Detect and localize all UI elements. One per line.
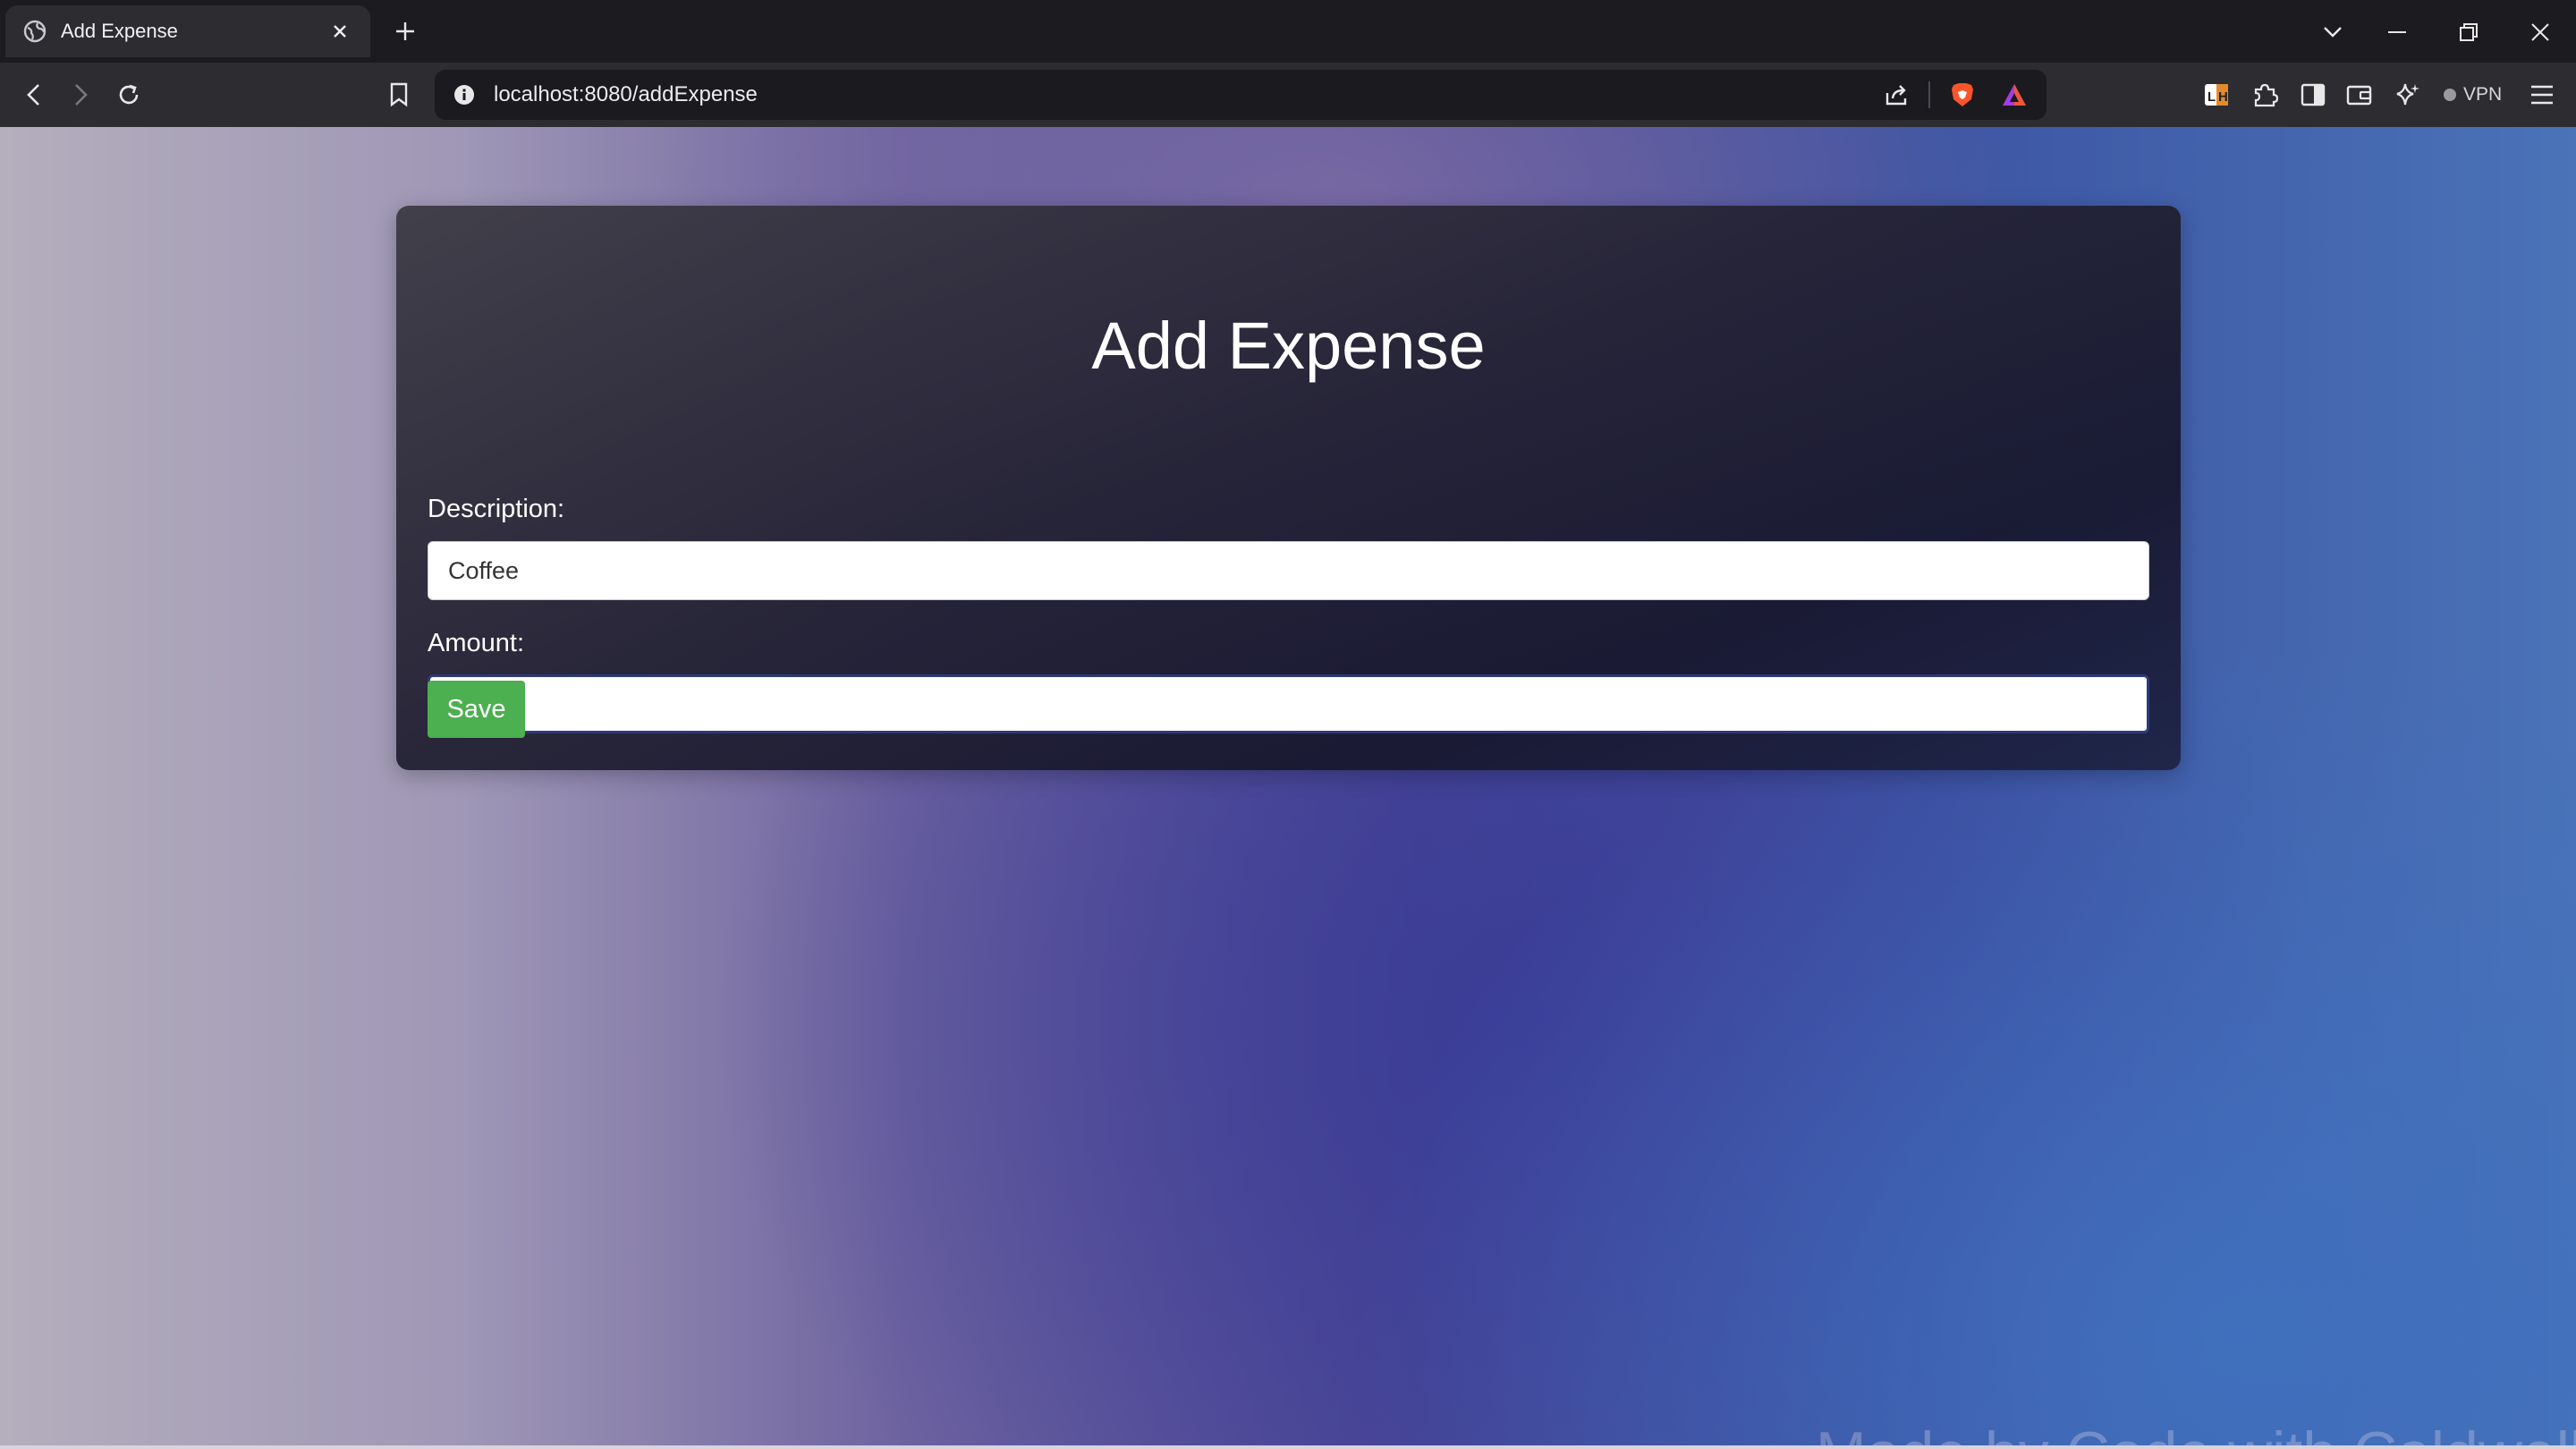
- bookmark-icon[interactable]: [379, 75, 419, 114]
- minimize-icon[interactable]: [2379, 14, 2415, 50]
- sidebar-icon[interactable]: [2293, 75, 2333, 114]
- share-icon[interactable]: [1877, 75, 1916, 114]
- hamburger-menu-icon[interactable]: [2522, 75, 2562, 114]
- tab-search-chevron-icon[interactable]: [2315, 14, 2351, 50]
- brave-lion-icon[interactable]: [1943, 75, 1982, 114]
- watermark-text: Made by Code with Caldwell: [1816, 1419, 2576, 1445]
- back-arrow-icon[interactable]: [14, 75, 54, 114]
- save-button[interactable]: Save: [428, 681, 525, 738]
- wallet-icon[interactable]: [2340, 75, 2379, 114]
- new-tab-icon[interactable]: [390, 16, 420, 47]
- restore-window-icon[interactable]: [2451, 14, 2487, 50]
- url-text[interactable]: localhost:8080/addExpense: [494, 82, 1877, 107]
- info-icon[interactable]: [453, 83, 476, 106]
- window-bottom-edge: [0, 1445, 2576, 1449]
- description-input[interactable]: [428, 541, 2149, 600]
- vpn-button[interactable]: VPN: [2436, 79, 2509, 111]
- sparkle-icon[interactable]: [2388, 75, 2428, 114]
- close-window-icon[interactable]: [2522, 14, 2558, 50]
- forward-arrow-icon[interactable]: [61, 75, 100, 114]
- browser-tab-strip: Add Expense: [0, 0, 2576, 63]
- reload-icon[interactable]: [109, 75, 148, 114]
- url-divider: [1928, 81, 1930, 108]
- add-expense-card: Add Expense Description: Amount: Save: [396, 206, 2181, 770]
- description-label: Description:: [428, 495, 565, 523]
- svg-text:L: L: [2207, 89, 2216, 105]
- amount-input[interactable]: [428, 674, 2149, 733]
- svg-text:H: H: [2218, 89, 2228, 105]
- vpn-status-dot: [2444, 89, 2456, 101]
- rewards-triangle-icon[interactable]: [1995, 75, 2034, 114]
- vpn-label: VPN: [2463, 84, 2503, 105]
- browser-tab-active[interactable]: Add Expense: [5, 5, 370, 57]
- browser-toolbar: localhost:8080/addExpense L H VPN: [0, 63, 2576, 127]
- page-viewport: Add Expense Description: Amount: Save Ma…: [0, 127, 2576, 1445]
- amount-label: Amount:: [428, 629, 524, 657]
- page-title: Add Expense: [1091, 309, 1486, 383]
- close-tab-icon[interactable]: [327, 19, 352, 44]
- tab-title: Add Expense: [61, 20, 178, 42]
- globe-icon: [23, 20, 47, 43]
- puzzle-icon[interactable]: [2245, 75, 2284, 114]
- address-bar[interactable]: localhost:8080/addExpense: [435, 70, 2046, 120]
- lighthouse-extension-icon[interactable]: L H: [2197, 75, 2236, 114]
